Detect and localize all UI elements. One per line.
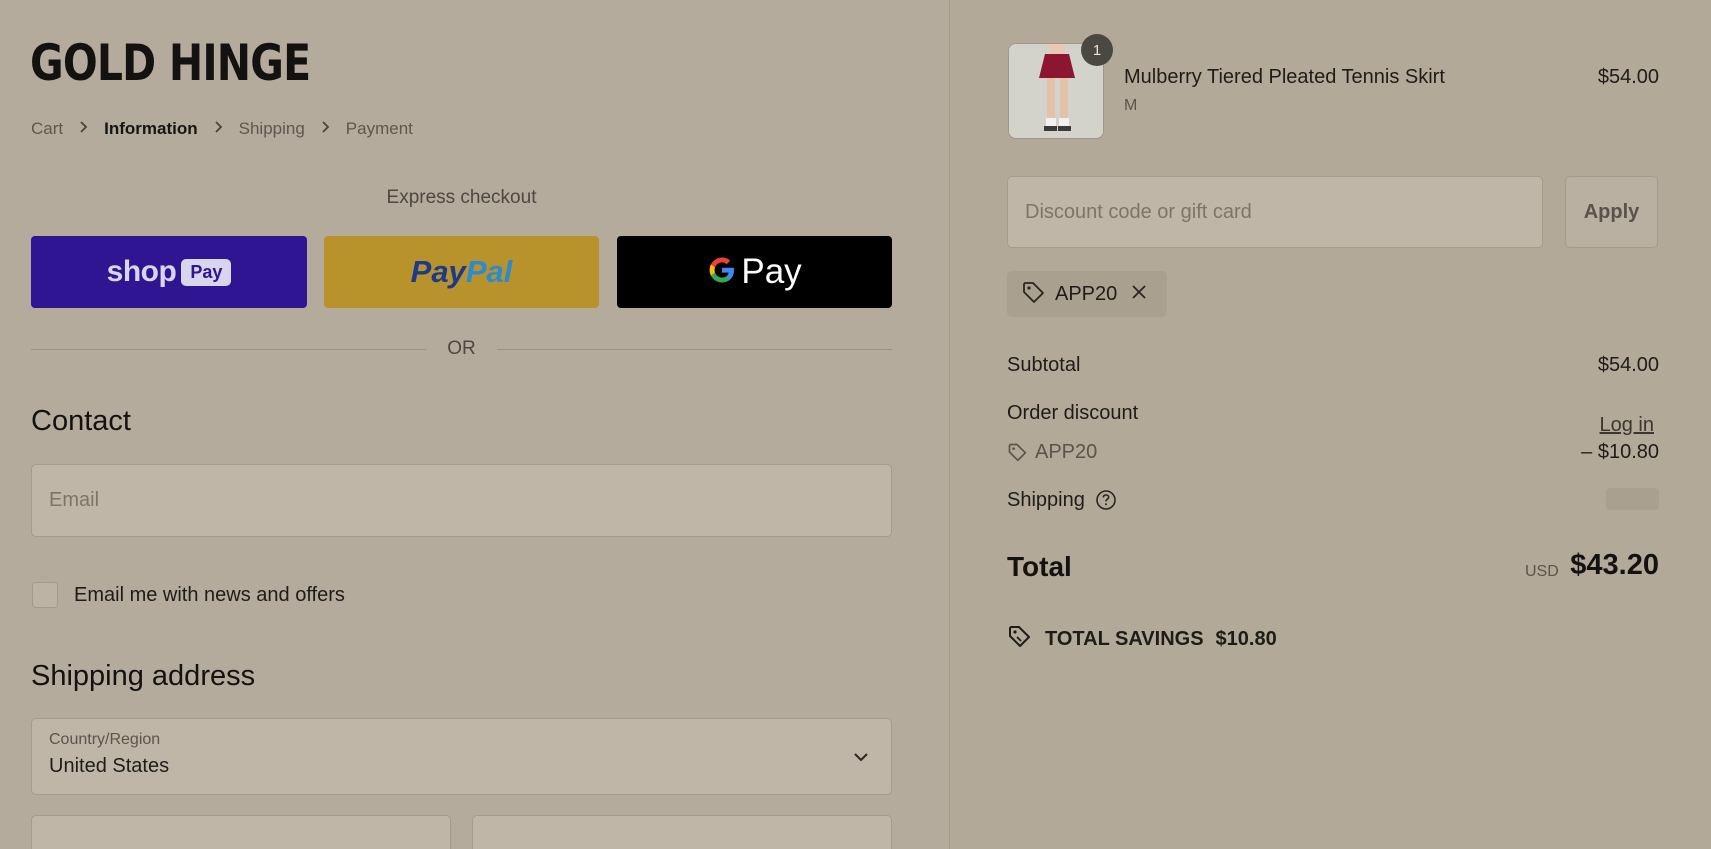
paypal-logo-part1: Pay bbox=[410, 254, 466, 289]
total-label: Total bbox=[1007, 551, 1072, 582]
applied-discount-code: APP20 bbox=[1055, 282, 1118, 305]
google-g-icon bbox=[707, 255, 737, 290]
shop-pay-badge: Pay bbox=[181, 258, 232, 286]
email-placeholder: Email bbox=[49, 489, 100, 511]
google-pay-button[interactable]: Pay bbox=[617, 236, 892, 308]
breadcrumb-shipping: Shipping bbox=[238, 119, 305, 138]
breadcrumb-payment: Payment bbox=[345, 119, 413, 138]
login-link[interactable]: Log in bbox=[1600, 414, 1655, 437]
paypal-button[interactable]: Pay Pal bbox=[324, 236, 599, 308]
currency-code: USD bbox=[1525, 563, 1559, 580]
product-variant: M bbox=[1124, 97, 1138, 114]
tag-icon bbox=[1007, 442, 1027, 467]
newsletter-checkbox[interactable] bbox=[32, 582, 58, 608]
breadcrumb-cart[interactable]: Cart bbox=[31, 119, 63, 139]
chevron-down-icon bbox=[853, 749, 869, 767]
country-label: Country/Region bbox=[49, 731, 161, 748]
newsletter-label[interactable]: Email me with news and offers bbox=[74, 584, 345, 607]
store-logo[interactable]: GOLD HINGE bbox=[30, 34, 311, 92]
discount-value: – $10.80 bbox=[1581, 441, 1659, 463]
paypal-logo-part2: Pal bbox=[465, 254, 513, 289]
help-icon[interactable] bbox=[1095, 489, 1117, 516]
discount-code-field[interactable]: Discount code or gift card bbox=[1007, 176, 1543, 248]
breadcrumb: Cart Information Shipping Payment bbox=[31, 119, 413, 139]
total-value: $43.20 bbox=[1570, 549, 1659, 581]
savings-tag-icon bbox=[1007, 624, 1033, 654]
last-name-field[interactable] bbox=[472, 815, 892, 849]
shipping-value-loading bbox=[1606, 488, 1659, 510]
contact-heading: Contact bbox=[31, 405, 131, 437]
savings-value: $10.80 bbox=[1215, 627, 1277, 650]
total-savings: TOTAL SAVINGS $10.80 bbox=[1007, 624, 1277, 654]
shop-pay-button[interactable]: shop Pay bbox=[31, 236, 307, 308]
apply-discount-button[interactable]: Apply bbox=[1565, 176, 1658, 248]
first-name-field[interactable] bbox=[31, 815, 451, 849]
shipping-label: Shipping bbox=[1007, 489, 1085, 511]
express-checkout-label: Express checkout bbox=[386, 187, 537, 208]
chevron-right-icon bbox=[321, 120, 330, 138]
email-field[interactable]: Email bbox=[31, 464, 892, 537]
country-value: United States bbox=[49, 755, 170, 777]
order-discount-label: Order discount bbox=[1007, 402, 1139, 424]
discount-code-label: APP20 bbox=[1035, 441, 1098, 463]
product-price: $54.00 bbox=[1597, 66, 1659, 88]
shop-pay-logo-text: shop bbox=[106, 255, 177, 288]
remove-discount-icon[interactable] bbox=[1131, 284, 1147, 305]
divider-or-text: OR bbox=[447, 338, 476, 359]
shipping-address-heading: Shipping address bbox=[31, 660, 256, 692]
chevron-right-icon bbox=[79, 120, 88, 138]
savings-label: TOTAL SAVINGS bbox=[1045, 627, 1204, 650]
product-name: Mulberry Tiered Pleated Tennis Skirt bbox=[1124, 66, 1445, 88]
discount-placeholder: Discount code or gift card bbox=[1025, 201, 1252, 223]
breadcrumb-information: Information bbox=[104, 119, 198, 138]
country-select[interactable]: Country/Region United States bbox=[31, 718, 892, 795]
chevron-right-icon bbox=[214, 120, 223, 138]
applied-discount-chip: APP20 bbox=[1007, 271, 1167, 317]
subtotal-label: Subtotal bbox=[1007, 354, 1081, 376]
quantity-badge: 1 bbox=[1081, 34, 1113, 66]
subtotal-value: $54.00 bbox=[1597, 354, 1659, 376]
tag-icon bbox=[1021, 280, 1045, 309]
google-pay-text: Pay bbox=[741, 252, 802, 291]
